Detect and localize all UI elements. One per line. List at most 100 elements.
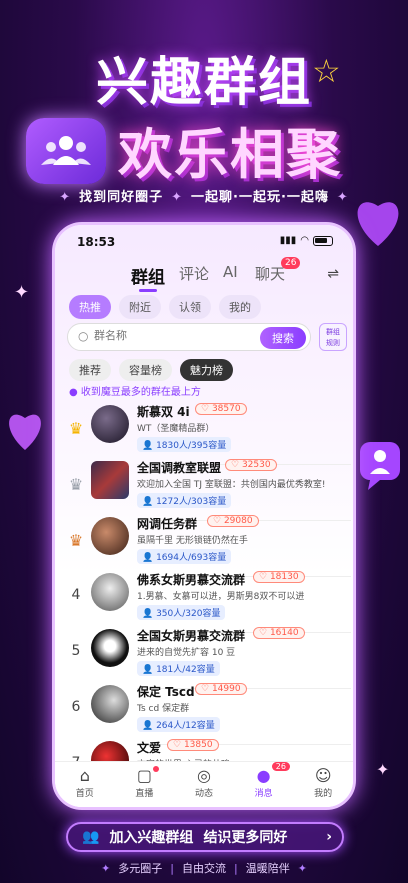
capacity-badge: 👤 181人/42容量 (137, 661, 220, 676)
nav-label: 动态 (194, 789, 213, 799)
group-desc: WT（圣魔精品群） (137, 424, 215, 434)
chip-hot[interactable]: 热推 (69, 295, 111, 319)
message-badge: 26 (271, 762, 290, 771)
hero-subtitle-right: 一起聊·一起玩·一起嗨 (191, 190, 329, 205)
status-time: 18:53 (77, 235, 116, 249)
heat-badge: ♡ 16140 (253, 627, 305, 639)
group-desc: 欢迎加入全国 TJ 室联盟：共创国内最优秀教室! (137, 480, 326, 490)
cta-left: 加入兴趣群组 (109, 830, 194, 846)
notification-dot (152, 766, 159, 772)
group-desc: 虽隔千里 无形锁链仍然在手 (137, 536, 248, 546)
crown-silver-icon: ♛ (68, 475, 84, 494)
capacity-value: 181人/42容量 (156, 665, 215, 675)
chip-claim[interactable]: 认领 (169, 295, 211, 319)
nav-profile[interactable]: ☺ 我的 (293, 762, 353, 807)
phone-mockup: 18:53 ▮▮▮ ◠ 群组 评论 AI 聊天 26 ⇌ 热推 附近 认领 我的… (52, 222, 356, 810)
crown-bronze-icon: ♛ (68, 531, 84, 550)
live-icon: ▢ (136, 766, 152, 785)
target-icon: ◎ (197, 766, 211, 785)
divider-bar: | (170, 862, 174, 875)
crown-gold-icon: ♛ (68, 419, 84, 438)
chip-recommend[interactable]: 推荐 (69, 359, 111, 381)
filter-chips: 热推 附近 认领 我的 (69, 295, 261, 319)
group-name: 全国女斯男慕交流群 (137, 629, 246, 643)
rank-number: 5 (71, 643, 81, 659)
sparkle-icon: ✦ (171, 190, 184, 205)
filter-icon[interactable]: ⇌ (327, 266, 339, 282)
capacity-value: 1694人/693容量 (156, 553, 227, 563)
sparkle-icon: ✦ (59, 190, 72, 205)
profile-icon: ☺ (314, 766, 332, 785)
nav-label: 我的 (314, 789, 333, 799)
nav-feed[interactable]: ◎ 动态 (174, 762, 234, 807)
chat-badge: 26 (281, 257, 301, 269)
chip-mine[interactable]: 我的 (219, 295, 261, 319)
tab-chat[interactable]: 聊天 (255, 263, 285, 284)
heat-value: 38570 (211, 404, 241, 414)
ranking-note: ● 收到魔豆最多的群在最上方 (69, 387, 201, 398)
signal-icon: ▮▮▮ (279, 235, 297, 246)
bottom-nav: ⌂ 首页 ▢ 直播 ◎ 动态 ● 26 消息 ☺ 我的 (55, 761, 353, 807)
chip-capacity[interactable]: 容量榜 (119, 359, 172, 381)
search-bar: ○ 搜索 (67, 323, 311, 351)
group-name: 斯慕双 4i (137, 405, 190, 419)
heat-value: 32530 (241, 460, 271, 470)
avatar (91, 461, 129, 499)
heat-badge: ♡ 29080 (207, 515, 259, 527)
heat-badge: ♡ 18130 (253, 571, 305, 583)
chip-nearby[interactable]: 附近 (119, 295, 161, 319)
tab-groups[interactable]: 群组 (131, 263, 165, 288)
footer-item: 自由交流 (182, 862, 226, 875)
wifi-icon: ◠ (300, 235, 309, 246)
hero-title-line2: 欢乐相聚 (118, 123, 342, 186)
rank-number: 4 (71, 587, 81, 603)
heat-value: 29080 (223, 516, 253, 526)
chat-bubble-decoration (358, 440, 402, 494)
group-name: 文爱 (137, 741, 162, 755)
nav-label: 直播 (135, 789, 154, 799)
group-rules-button[interactable]: 群组 规则 (319, 323, 347, 351)
rank-number: 6 (71, 699, 81, 715)
heat-badge: ♡ 13850 (167, 739, 219, 751)
hero-subtitle: ✦ 找到同好圈子 ✦ 一起聊·一起玩·一起嗨 ✦ (0, 186, 408, 205)
heat-value: 16140 (269, 628, 299, 638)
group-desc: 1.男慕、女慕可以进，男斯男8双不可以进 (137, 592, 305, 602)
nav-label: 消息 (254, 789, 273, 799)
capacity-badge: 👤 1694人/693容量 (137, 549, 232, 564)
group-name: 全国调教室联盟 (137, 461, 222, 475)
capacity-value: 264人/12容量 (156, 721, 215, 731)
capacity-value: 1830人/395容量 (156, 441, 227, 451)
heat-value: 14990 (211, 684, 241, 694)
heat-value: 18130 (269, 572, 299, 582)
tab-comments[interactable]: 评论 (179, 263, 209, 284)
sparkle-icon: ✦ (297, 862, 307, 875)
join-groups-cta[interactable]: 👥 加入兴趣群组 结识更多同好 › (66, 822, 344, 852)
nav-live[interactable]: ▢ 直播 (115, 762, 175, 807)
heat-badge: ♡ 14990 (195, 683, 247, 695)
group-name: 保定 Tscd (137, 685, 195, 699)
heat-badge: ♡ 38570 (195, 403, 247, 415)
search-input[interactable] (94, 329, 234, 342)
chip-charm[interactable]: 魅力榜 (180, 359, 233, 381)
avatar (91, 405, 129, 443)
star-icon: ☆ (312, 52, 341, 90)
tab-ai[interactable]: AI (223, 263, 238, 281)
capacity-badge: 👤 1830人/395容量 (137, 437, 232, 452)
top-tabs: 群组 评论 AI 聊天 26 ⇌ (55, 257, 353, 292)
group-name: 佛系女斯男慕交流群 (137, 573, 246, 587)
nav-messages[interactable]: ● 26 消息 (234, 762, 294, 807)
capacity-badge: 👤 264人/12容量 (137, 717, 220, 732)
footer-item: 多元圈子 (118, 862, 163, 875)
nav-home[interactable]: ⌂ 首页 (55, 762, 115, 807)
capacity-badge: 👤 350人/320容量 (137, 605, 226, 620)
capacity-value: 1272人/303容量 (156, 497, 227, 507)
hero-subtitle-left: 找到同好圈子 (79, 190, 164, 205)
sparkle-decoration: ✦ (376, 760, 390, 779)
home-icon: ⌂ (79, 766, 90, 785)
chevron-right-icon: › (326, 829, 332, 845)
avatar (91, 685, 129, 723)
footer-taglines: ✦ 多元圈子 | 自由交流 | 温暖陪伴 ✦ (0, 860, 408, 876)
search-button[interactable]: 搜索 (260, 327, 306, 349)
cta-right: 结识更多同好 (203, 830, 288, 846)
sparkle-icon: ✦ (336, 190, 349, 205)
